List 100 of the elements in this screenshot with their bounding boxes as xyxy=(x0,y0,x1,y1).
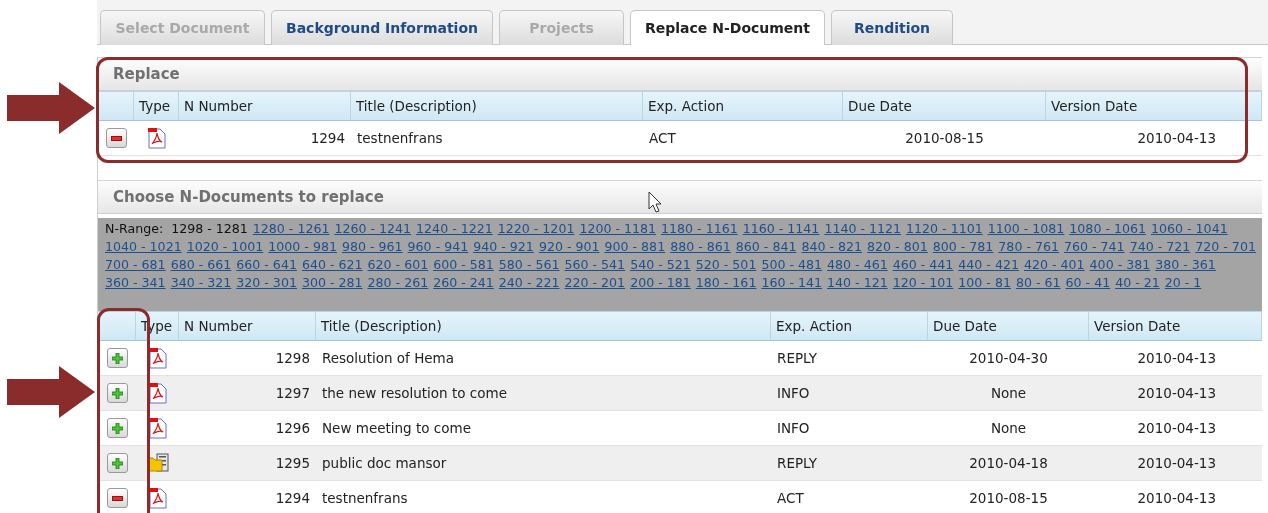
range-link[interactable]: 1240 - 1221 xyxy=(416,220,493,238)
range-link[interactable]: 1140 - 1121 xyxy=(824,220,902,238)
range-link[interactable]: 80 - 61 xyxy=(1015,274,1061,292)
range-link[interactable]: 600 - 581 xyxy=(433,256,494,274)
column-header: Version Date xyxy=(1089,311,1262,341)
range-link[interactable]: 480 - 461 xyxy=(827,256,888,274)
column-header: Version Date xyxy=(1046,91,1262,121)
minus-icon xyxy=(110,135,122,141)
range-link[interactable]: 140 - 121 xyxy=(827,274,888,292)
range-link[interactable]: 280 - 261 xyxy=(367,274,429,292)
range-link[interactable]: 420 - 401 xyxy=(1023,256,1085,274)
range-link[interactable]: 220 - 201 xyxy=(564,274,626,292)
range-link[interactable]: 740 - 721 xyxy=(1129,238,1191,256)
range-link[interactable]: 680 - 661 xyxy=(170,256,232,274)
range-link[interactable]: 320 - 301 xyxy=(236,274,297,292)
range-link[interactable]: 40 - 21 xyxy=(1115,274,1160,292)
range-link[interactable]: 860 - 841 xyxy=(735,238,797,256)
table-cell: the new resolution to come xyxy=(316,376,771,411)
current-range[interactable]: 1298 - 1281 xyxy=(171,220,248,238)
range-link[interactable]: 200 - 181 xyxy=(630,274,691,292)
range-link[interactable]: 180 - 161 xyxy=(695,274,757,292)
range-link[interactable]: 900 - 881 xyxy=(604,238,666,256)
range-link[interactable]: 1000 - 981 xyxy=(268,238,337,256)
range-link[interactable]: 580 - 561 xyxy=(498,256,560,274)
range-link[interactable]: 1120 - 1101 xyxy=(906,220,983,238)
table-cell: 2010-04-13 xyxy=(1089,376,1262,411)
column-header: N Number xyxy=(179,311,316,341)
range-link[interactable]: 800 - 781 xyxy=(932,238,994,256)
range-link[interactable]: 1280 - 1261 xyxy=(252,220,330,238)
range-link[interactable]: 1100 - 1081 xyxy=(987,220,1065,238)
tab[interactable]: Rendition xyxy=(831,10,953,45)
range-link[interactable]: 400 - 381 xyxy=(1089,256,1151,274)
range-link[interactable]: 620 - 601 xyxy=(367,256,429,274)
range-link[interactable]: 60 - 41 xyxy=(1065,274,1111,292)
column-header: Title (Description) xyxy=(316,311,771,341)
column-header: Type xyxy=(134,91,179,121)
range-link[interactable]: 640 - 621 xyxy=(301,256,363,274)
range-link[interactable]: 980 - 961 xyxy=(341,238,403,256)
range-link[interactable]: 360 - 341 xyxy=(105,274,166,292)
range-link[interactable]: 940 - 921 xyxy=(473,238,534,256)
plus-icon xyxy=(111,352,123,364)
table-cell: 1297 xyxy=(179,376,316,411)
range-link[interactable]: 1180 - 1161 xyxy=(661,220,738,238)
range-link[interactable]: 1060 - 1041 xyxy=(1151,220,1228,238)
range-link[interactable]: 340 - 321 xyxy=(170,274,232,292)
remove-button[interactable] xyxy=(105,128,127,148)
range-link[interactable]: 440 - 421 xyxy=(958,256,1019,274)
plus-icon xyxy=(111,387,123,399)
table-cell: REPLY xyxy=(771,446,928,481)
range-link[interactable]: 20 - 1 xyxy=(1164,274,1202,292)
range-link[interactable]: 780 - 761 xyxy=(998,238,1059,256)
tab[interactable]: Replace N-Document xyxy=(630,10,825,45)
table-cell: 2010-04-18 xyxy=(928,446,1089,481)
range-link[interactable]: 1260 - 1241 xyxy=(334,220,412,238)
pdf-file-icon xyxy=(147,127,166,149)
range-label: N-Range: xyxy=(105,220,164,238)
range-link[interactable]: 840 - 821 xyxy=(801,238,863,256)
range-link[interactable]: 100 - 81 xyxy=(958,274,1011,292)
column-header: Exp. Action xyxy=(771,311,928,341)
plus-icon xyxy=(111,422,123,434)
tab[interactable]: Background Information xyxy=(271,10,493,45)
table-cell: INFO xyxy=(771,376,928,411)
range-link[interactable]: 1200 - 1181 xyxy=(579,220,657,238)
column-header: Due Date xyxy=(928,311,1089,341)
table-cell: 2010-04-13 xyxy=(1089,446,1262,481)
minus-icon xyxy=(111,495,123,501)
range-link[interactable]: 1220 - 1201 xyxy=(497,220,575,238)
add-button[interactable] xyxy=(106,453,128,473)
remove-button[interactable] xyxy=(106,488,128,508)
range-link[interactable]: 760 - 741 xyxy=(1064,238,1125,256)
range-link[interactable]: 1080 - 1061 xyxy=(1069,220,1146,238)
add-button[interactable] xyxy=(106,383,128,403)
range-link[interactable]: 160 - 141 xyxy=(761,274,823,292)
add-button[interactable] xyxy=(106,418,128,438)
mouse-cursor-icon xyxy=(648,191,662,213)
column-header xyxy=(98,91,134,121)
range-link[interactable]: 560 - 541 xyxy=(564,256,626,274)
column-header: Title (Description) xyxy=(351,91,643,121)
range-link[interactable]: 700 - 681 xyxy=(105,256,166,274)
range-link[interactable]: 660 - 641 xyxy=(236,256,297,274)
add-button[interactable] xyxy=(106,348,128,368)
range-link[interactable]: 540 - 521 xyxy=(630,256,691,274)
range-link[interactable]: 820 - 801 xyxy=(867,238,928,256)
range-link[interactable]: 240 - 221 xyxy=(498,274,560,292)
range-link[interactable]: 120 - 101 xyxy=(892,274,954,292)
range-link[interactable]: 500 - 481 xyxy=(761,256,823,274)
range-link[interactable]: 880 - 861 xyxy=(670,238,731,256)
range-link[interactable]: 960 - 941 xyxy=(407,238,469,256)
range-link[interactable]: 1160 - 1141 xyxy=(742,220,820,238)
range-link[interactable]: 520 - 501 xyxy=(695,256,757,274)
range-link[interactable]: 260 - 241 xyxy=(433,274,494,292)
column-header: N Number xyxy=(179,91,351,121)
range-link[interactable]: 1020 - 1001 xyxy=(186,238,264,256)
range-link[interactable]: 300 - 281 xyxy=(301,274,363,292)
range-link[interactable]: 720 - 701 xyxy=(1195,238,1256,256)
range-link[interactable]: 1040 - 1021 xyxy=(105,238,182,256)
table-cell: public doc mansor xyxy=(316,446,771,481)
range-link[interactable]: 460 - 441 xyxy=(892,256,954,274)
range-link[interactable]: 920 - 901 xyxy=(538,238,600,256)
range-link[interactable]: 380 - 361 xyxy=(1155,256,1216,274)
